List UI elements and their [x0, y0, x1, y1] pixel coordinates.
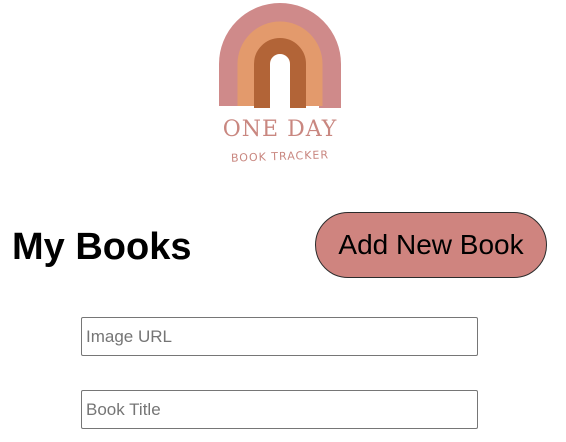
- page-title: My Books: [12, 226, 192, 268]
- image-url-input[interactable]: [81, 317, 478, 356]
- rainbow-icon: [219, 3, 341, 108]
- add-new-book-button[interactable]: Add New Book: [315, 212, 547, 278]
- rainbow-inner-arch: [254, 38, 306, 108]
- logo-title: ONE DAY: [222, 117, 338, 142]
- book-title-input[interactable]: [81, 390, 478, 429]
- logo-subtitle: BOOK TRACKER: [230, 148, 330, 165]
- page: ONE DAY BOOK TRACKER My Books Add New Bo…: [0, 0, 566, 442]
- one-day-logo: ONE DAY BOOK TRACKER: [212, 2, 348, 172]
